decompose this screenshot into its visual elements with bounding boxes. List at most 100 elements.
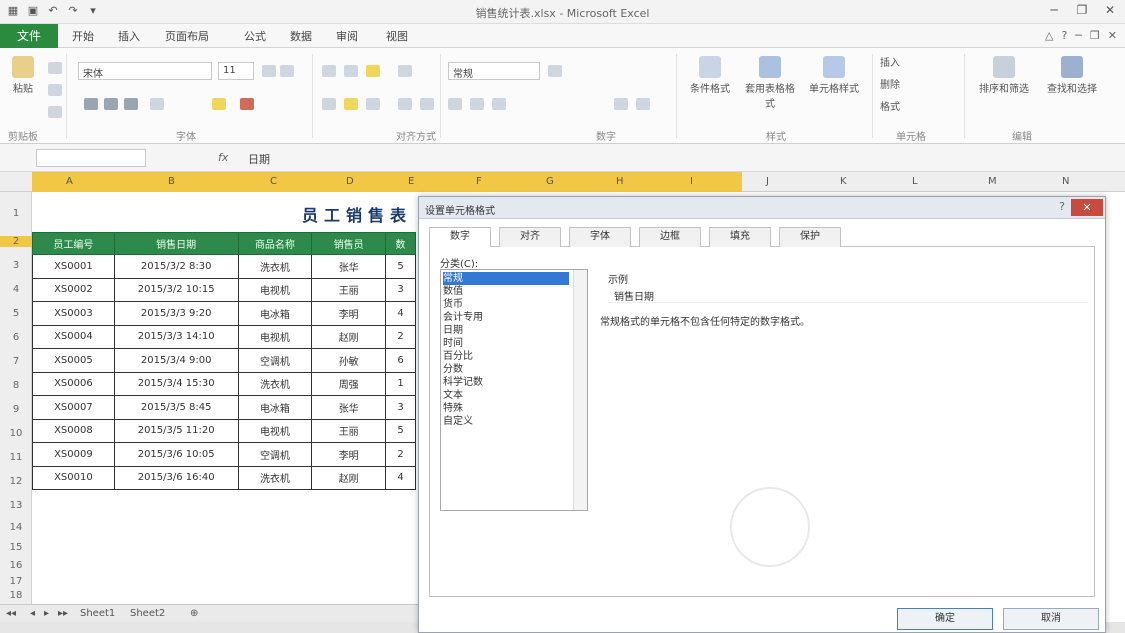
row-header-15[interactable]: 15 xyxy=(0,542,32,553)
table-cell[interactable]: 洗衣机 xyxy=(237,465,313,490)
row-header-10[interactable]: 10 xyxy=(0,428,32,439)
column-header-a[interactable]: A xyxy=(66,176,73,187)
table-cell[interactable]: XS0004 xyxy=(32,324,115,349)
row-header-11[interactable]: 11 xyxy=(0,452,32,463)
dialog-tab-alignment[interactable]: 对齐 xyxy=(499,227,561,247)
table-cell[interactable]: 张华 xyxy=(311,254,387,279)
row-header-4[interactable]: 4 xyxy=(0,284,32,295)
bold-icon[interactable] xyxy=(84,98,98,110)
category-item[interactable]: 文本 xyxy=(443,389,463,402)
category-item[interactable]: 自定义 xyxy=(443,415,473,428)
table-cell[interactable]: 张华 xyxy=(311,395,387,420)
orientation-icon[interactable] xyxy=(398,65,412,77)
table-cell[interactable]: 2015/3/4 9:00 xyxy=(113,348,239,373)
worksheet-grid[interactable]: 员工销售表 员工编号 销售日期 商品名称 销售员 数 XS0001 2015/3… xyxy=(32,192,416,604)
table-cell[interactable]: 5 xyxy=(385,254,416,279)
dialog-close-button[interactable]: ✕ xyxy=(1071,199,1103,216)
format-painter-icon[interactable] xyxy=(48,106,62,118)
category-list[interactable]: 常规 数值 货币 会计专用 日期 时间 百分比 分数 科学记数 文本 特殊 自定… xyxy=(440,269,588,511)
row-header-9[interactable]: 9 xyxy=(0,404,32,415)
table-cell[interactable]: XS0009 xyxy=(32,442,115,467)
underline-icon[interactable] xyxy=(124,98,138,110)
ribbon-close-icon[interactable]: ✕ xyxy=(1108,29,1117,42)
table-cell[interactable]: 2015/3/2 8:30 xyxy=(113,254,239,279)
tab-home[interactable]: 开始 xyxy=(72,28,94,44)
table-cell[interactable]: 2015/3/3 9:20 xyxy=(113,301,239,326)
category-item[interactable]: 常规 xyxy=(443,272,569,285)
sheet-nav-prev-icon[interactable]: ◂ xyxy=(30,608,35,619)
table-cell[interactable]: XS0008 xyxy=(32,418,115,443)
table-cell[interactable]: 2 xyxy=(385,442,416,467)
table-cell[interactable]: 2015/3/4 15:30 xyxy=(113,371,239,396)
row-header-6[interactable]: 6 xyxy=(0,332,32,343)
row-header-16[interactable]: 16 xyxy=(0,560,32,571)
column-header-b[interactable]: B xyxy=(168,176,175,187)
table-cell[interactable]: XS0006 xyxy=(32,371,115,396)
table-cell[interactable]: 洗衣机 xyxy=(237,371,313,396)
table-cell[interactable]: 3 xyxy=(385,277,416,302)
row-header-8[interactable]: 8 xyxy=(0,380,32,391)
insert-function-icon[interactable]: fx xyxy=(218,151,228,164)
table-cell[interactable]: 3 xyxy=(385,395,416,420)
table-cell[interactable]: XS0010 xyxy=(32,465,115,490)
row-header-2[interactable]: 2 xyxy=(0,236,32,247)
table-cell[interactable]: 李明 xyxy=(311,442,387,467)
comma-style-icon[interactable] xyxy=(492,98,506,110)
ribbon-minimize-icon[interactable]: ─ xyxy=(1075,29,1082,42)
minimize-icon[interactable]: ─ xyxy=(1045,2,1063,18)
category-item[interactable]: 数值 xyxy=(443,285,463,298)
increase-indent-icon[interactable] xyxy=(420,98,434,110)
decrease-indent-icon[interactable] xyxy=(398,98,412,110)
increase-decimal-icon[interactable] xyxy=(614,98,628,110)
column-header-n[interactable]: N xyxy=(1062,176,1069,187)
row-header-13[interactable]: 13 xyxy=(0,500,32,511)
row-header-3[interactable]: 3 xyxy=(0,260,32,271)
sort-filter-button[interactable]: 排序和筛选 xyxy=(972,56,1036,95)
category-item[interactable]: 货币 xyxy=(443,298,463,311)
decrease-font-icon[interactable] xyxy=(280,65,294,77)
cell-styles-button[interactable]: 单元格样式 xyxy=(802,56,866,95)
table-cell[interactable]: 2015/3/6 10:05 xyxy=(113,442,239,467)
sheet-tab-1[interactable]: Sheet1 xyxy=(80,608,115,619)
find-select-button[interactable]: 查找和选择 xyxy=(1040,56,1104,95)
row-header-14[interactable]: 14 xyxy=(0,522,32,533)
category-item[interactable]: 分数 xyxy=(443,363,463,376)
dialog-title-bar[interactable]: 设置单元格格式 ? ✕ xyxy=(419,197,1105,219)
table-cell[interactable]: 1 xyxy=(385,371,416,396)
new-sheet-icon[interactable]: ⊕ xyxy=(190,608,198,619)
ribbon-collapse-icon[interactable]: △ xyxy=(1045,29,1053,42)
table-cell[interactable]: XS0005 xyxy=(32,348,115,373)
table-cell[interactable]: 6 xyxy=(385,348,416,373)
column-header-f[interactable]: F xyxy=(476,176,482,187)
font-size-combo[interactable]: 11 xyxy=(218,62,254,80)
tab-view[interactable]: 视图 xyxy=(386,28,408,44)
help-icon[interactable]: ? xyxy=(1061,29,1067,42)
column-header-l[interactable]: L xyxy=(912,176,918,187)
font-color-icon[interactable] xyxy=(240,98,254,110)
ribbon-restore-icon[interactable]: ❐ xyxy=(1090,29,1100,42)
decrease-decimal-icon[interactable] xyxy=(636,98,650,110)
table-cell[interactable]: 王丽 xyxy=(311,418,387,443)
table-cell[interactable]: 电冰箱 xyxy=(237,301,313,326)
table-cell[interactable]: 电视机 xyxy=(237,277,313,302)
row-header-1[interactable]: 1 xyxy=(0,208,32,219)
column-header-i[interactable]: I xyxy=(690,176,693,187)
column-header-e[interactable]: E xyxy=(408,176,414,187)
dialog-tab-protection[interactable]: 保护 xyxy=(779,227,841,247)
sheet-title-cell[interactable]: 员工销售表 xyxy=(302,202,412,226)
name-box[interactable] xyxy=(36,149,146,167)
dialog-tab-number[interactable]: 数字 xyxy=(429,227,491,248)
dialog-tab-font[interactable]: 字体 xyxy=(569,227,631,247)
column-header-h[interactable]: H xyxy=(616,176,624,187)
dialog-tab-fill[interactable]: 填充 xyxy=(709,227,771,247)
category-item[interactable]: 时间 xyxy=(443,337,463,350)
align-center-icon[interactable] xyxy=(344,98,358,110)
row-header-17[interactable]: 17 xyxy=(0,576,32,587)
dialog-help-button[interactable]: ? xyxy=(1059,200,1065,213)
cut-icon[interactable] xyxy=(48,62,62,74)
table-cell[interactable]: 电视机 xyxy=(237,418,313,443)
table-cell[interactable]: XS0002 xyxy=(32,277,115,302)
formula-input[interactable]: 日期 xyxy=(248,151,270,167)
table-cell[interactable]: 4 xyxy=(385,301,416,326)
sheet-nav-next-icon[interactable]: ▸ xyxy=(44,608,49,619)
